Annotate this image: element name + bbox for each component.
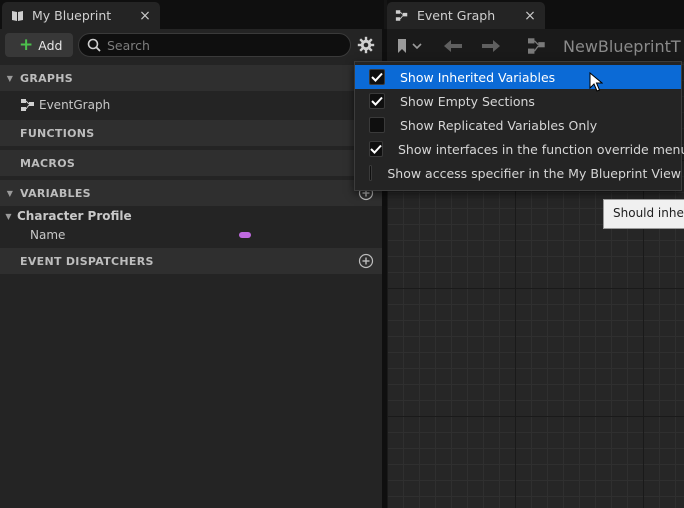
event-graph-icon <box>395 9 409 23</box>
checkbox[interactable] <box>369 69 385 85</box>
section-variables[interactable]: ▼ VARIABLES <box>0 180 382 206</box>
checkbox[interactable] <box>369 165 373 181</box>
check-icon <box>370 144 382 154</box>
menu-item-show-replicated-variables-only[interactable]: Show Replicated Variables Only <box>355 113 681 137</box>
section-functions[interactable]: FUNCTIONS <box>0 120 382 146</box>
mouse-cursor-icon <box>589 72 603 92</box>
tab-my-blueprint-label: My Blueprint <box>32 8 112 23</box>
tooltip: Should inheri <box>603 199 684 229</box>
blueprint-name-breadcrumb[interactable]: NewBlueprintT <box>563 37 681 56</box>
menu-item-show-inherited-variables[interactable]: Show Inherited Variables <box>355 65 681 89</box>
tab-event-graph-label: Event Graph <box>417 8 496 23</box>
section-event-dispatchers[interactable]: EVENT DISPATCHERS <box>0 248 382 274</box>
graph-item-eventgraph[interactable]: EventGraph <box>0 94 382 116</box>
section-event-dispatchers-label: EVENT DISPATCHERS <box>20 254 154 268</box>
section-functions-label: FUNCTIONS <box>20 126 95 140</box>
checkbox[interactable] <box>369 117 385 133</box>
event-graph-icon <box>21 99 34 111</box>
check-icon <box>371 72 383 82</box>
category-label: Character Profile <box>17 209 132 223</box>
graph-toolbar: NewBlueprintT <box>387 29 684 62</box>
menu-item-show-interfaces-override[interactable]: Show interfaces in the function override… <box>355 137 684 161</box>
add-button[interactable]: + Add <box>5 33 73 57</box>
add-event-dispatcher-icon[interactable] <box>358 253 374 269</box>
close-icon[interactable]: × <box>523 8 537 24</box>
collapse-arrow-icon: ▼ <box>6 73 14 83</box>
search-icon <box>87 38 101 52</box>
checkbox[interactable] <box>369 141 383 157</box>
bookmark-icon <box>398 39 422 53</box>
my-blueprint-panel: + Add ▼ GRAPHS <box>0 29 384 508</box>
tab-event-graph[interactable]: Event Graph × <box>387 2 545 29</box>
string-type-pill-icon <box>239 232 251 238</box>
section-macros[interactable]: MACROS <box>0 150 382 176</box>
checkbox[interactable] <box>369 93 385 109</box>
section-variables-label: VARIABLES <box>20 186 91 200</box>
tab-my-blueprint[interactable]: My Blueprint × <box>2 2 160 29</box>
menu-item-label: Show interfaces in the function override… <box>398 141 684 157</box>
close-icon[interactable]: × <box>138 8 152 24</box>
check-icon <box>371 96 383 106</box>
arrow-left-icon <box>444 40 462 52</box>
my-blueprint-toolbar: + Add <box>0 29 384 60</box>
collapse-arrow-icon: ▼ <box>5 211 12 221</box>
menu-item-label: Show Empty Sections <box>400 93 535 109</box>
variable-name-label: Name <box>30 228 66 242</box>
section-macros-label: MACROS <box>20 156 76 170</box>
add-button-label: Add <box>38 37 63 53</box>
collapse-arrow-icon: ▼ <box>6 188 14 198</box>
book-icon <box>10 9 24 23</box>
menu-item-show-access-specifier[interactable]: Show access specifier in the My Blueprin… <box>355 161 681 185</box>
section-graphs-label: GRAPHS <box>20 71 74 85</box>
plus-icon: + <box>19 34 34 55</box>
view-options-menu: Show Inherited Variables Show Empty Sect… <box>354 61 684 191</box>
search-input[interactable] <box>107 37 327 53</box>
right-tabstrip: Event Graph × <box>387 0 684 29</box>
menu-item-show-empty-sections[interactable]: Show Empty Sections <box>355 89 681 113</box>
graph-item-label: EventGraph <box>39 98 111 112</box>
graph-type-icon <box>525 35 549 57</box>
gear-icon[interactable] <box>357 36 375 54</box>
section-graphs[interactable]: ▼ GRAPHS <box>0 65 382 91</box>
menu-item-label: Show access specifier in the My Blueprin… <box>387 165 681 181</box>
menu-item-label: Show Inherited Variables <box>400 69 556 85</box>
left-tabstrip: My Blueprint × <box>0 0 384 29</box>
variable-item-name[interactable]: Name <box>0 224 382 246</box>
arrow-right-icon <box>482 40 500 52</box>
back-button[interactable] <box>442 35 464 57</box>
bookmark-dropdown-button[interactable] <box>393 35 427 57</box>
search-box[interactable] <box>78 33 351 57</box>
menu-item-label: Show Replicated Variables Only <box>400 117 598 133</box>
forward-button[interactable] <box>480 35 502 57</box>
